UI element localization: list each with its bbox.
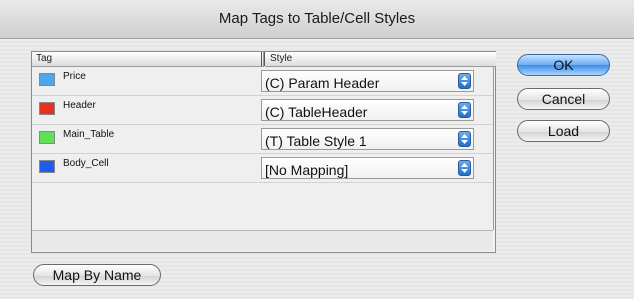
- table-row[interactable]: Price (C) Param Header: [32, 67, 493, 96]
- map-by-name-button[interactable]: Map By Name: [33, 264, 161, 286]
- horizontal-scrollbar[interactable]: [32, 230, 493, 251]
- color-swatch: [39, 131, 55, 144]
- window-title: Map Tags to Table/Cell Styles: [218, 10, 416, 27]
- title-bar: Map Tags to Table/Cell Styles: [0, 0, 634, 39]
- column-header-style[interactable]: Style: [265, 52, 496, 67]
- color-swatch: [39, 160, 55, 173]
- ok-button[interactable]: OK: [517, 54, 610, 76]
- style-select[interactable]: (T) Table Style 1: [261, 128, 474, 150]
- load-button[interactable]: Load: [517, 120, 610, 142]
- column-header-tag[interactable]: Tag: [32, 52, 264, 67]
- style-select-value: (C) TableHeader: [265, 104, 368, 120]
- tag-name: Price: [63, 71, 86, 82]
- up-down-arrows-icon: [458, 160, 471, 176]
- style-select-value: (C) Param Header: [265, 75, 380, 91]
- color-swatch: [39, 102, 55, 115]
- color-swatch: [39, 73, 55, 86]
- cancel-button[interactable]: Cancel: [517, 88, 610, 110]
- tag-name: Main_Table: [63, 129, 115, 140]
- up-down-arrows-icon: [458, 73, 471, 89]
- style-select[interactable]: (C) Param Header: [261, 70, 474, 92]
- tag-style-table: Tag Style Price (C) Param Header Header …: [31, 51, 496, 253]
- up-down-arrows-icon: [458, 131, 471, 147]
- style-select[interactable]: (C) TableHeader: [261, 99, 474, 121]
- table-body: Price (C) Param Header Header (C) TableH…: [32, 67, 494, 230]
- up-down-arrows-icon: [458, 102, 471, 118]
- tag-name: Body_Cell: [63, 158, 109, 169]
- style-select-value: (T) Table Style 1: [265, 133, 367, 149]
- table-row[interactable]: Header (C) TableHeader: [32, 96, 493, 125]
- tag-name: Header: [63, 100, 96, 111]
- style-select-value: [No Mapping]: [265, 162, 349, 178]
- table-row[interactable]: Main_Table (T) Table Style 1: [32, 125, 493, 154]
- table-row[interactable]: Body_Cell [No Mapping]: [32, 154, 493, 183]
- style-select[interactable]: [No Mapping]: [261, 157, 474, 179]
